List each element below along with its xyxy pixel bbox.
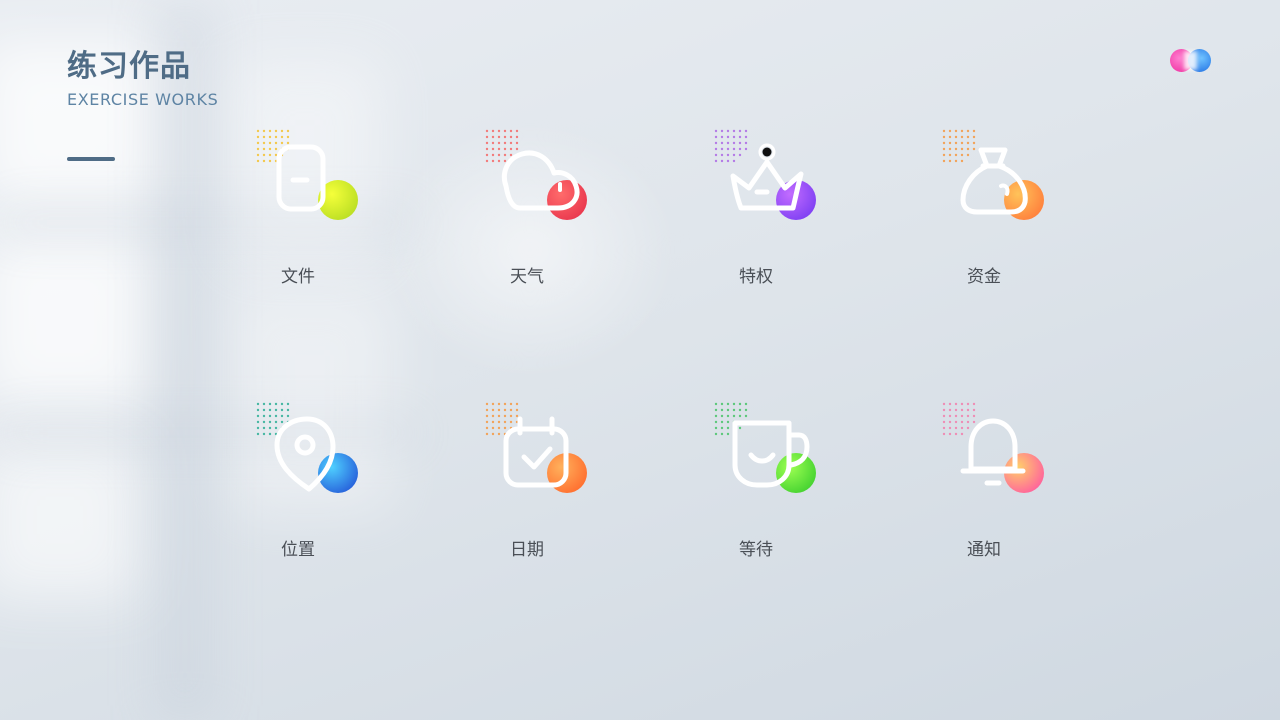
location-pin-icon <box>274 416 336 492</box>
icon-label: 特权 <box>739 267 773 287</box>
page-subtitle: EXERCISE WORKS <box>67 90 219 109</box>
icon-label: 资金 <box>967 267 1001 287</box>
icon-graphic <box>255 128 358 228</box>
icon-graphic <box>484 128 587 228</box>
icon-card-location-pin[interactable]: 位置 <box>233 401 363 581</box>
theme-toggle[interactable] <box>1170 49 1211 72</box>
icon-label: 位置 <box>281 540 315 560</box>
icon-graphic <box>484 401 587 501</box>
crown-icon <box>730 143 804 211</box>
icon-graphic <box>941 401 1044 501</box>
title-accent-bar <box>67 157 115 161</box>
icon-label: 文件 <box>281 267 315 287</box>
money-bag-icon <box>960 147 1028 215</box>
page-header: 练习作品 EXERCISE WORKS <box>67 46 218 109</box>
icon-graphic <box>255 401 358 501</box>
icon-card-money-bag[interactable]: 资金 <box>919 128 1049 308</box>
bell-icon <box>960 418 1026 486</box>
icon-card-file[interactable]: 文件 <box>233 128 363 308</box>
icon-card-calendar[interactable]: 日期 <box>462 401 592 581</box>
icon-card-crown[interactable]: 特权 <box>691 128 821 308</box>
cup-icon <box>732 420 810 488</box>
cloud-icon <box>501 150 580 211</box>
icon-graphic <box>713 128 816 228</box>
icon-graphic <box>941 128 1044 228</box>
icon-label: 天气 <box>510 267 544 287</box>
file-icon <box>276 144 326 212</box>
icon-card-cloud[interactable]: 天气 <box>462 128 592 308</box>
icon-label: 日期 <box>510 540 544 560</box>
icon-label: 等待 <box>739 540 773 560</box>
icon-card-bell[interactable]: 通知 <box>919 401 1049 581</box>
icon-label: 通知 <box>967 540 1001 560</box>
page-title: 练习作品 <box>67 49 191 84</box>
calendar-icon <box>503 416 569 488</box>
icon-graphic <box>713 401 816 501</box>
icon-card-cup[interactable]: 等待 <box>691 401 821 581</box>
